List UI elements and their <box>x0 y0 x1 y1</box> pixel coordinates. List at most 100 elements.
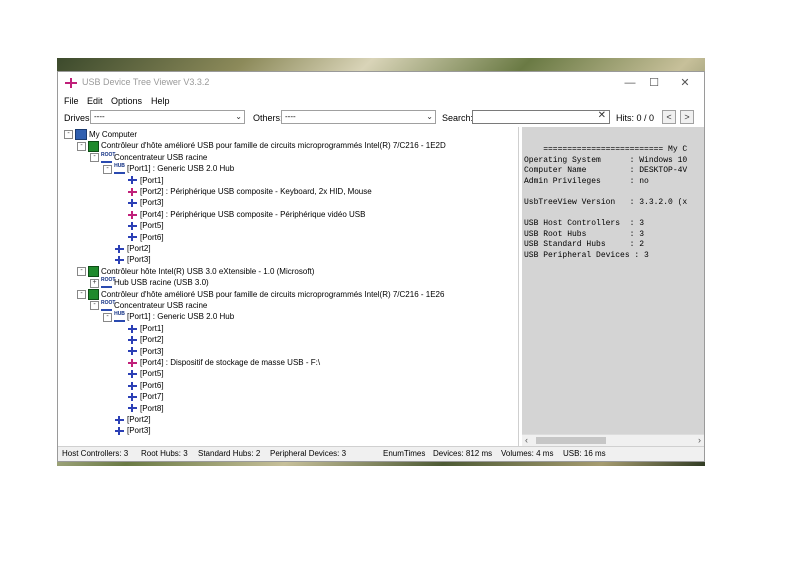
maximize-button[interactable]: ☐ <box>639 75 669 91</box>
tree-node[interactable]: [Port1] <box>116 175 164 186</box>
tree-node[interactable]: [Port4] : Périphérique USB composite - P… <box>116 209 365 220</box>
tree-node-label: [Port1] : Generic USB 2.0 Hub <box>127 164 235 174</box>
details-line: USB Peripheral Devices : 3 <box>524 251 649 260</box>
collapse-icon[interactable]: - <box>77 267 86 277</box>
tree-node-label: [Port3] <box>140 198 164 208</box>
details-line: Admin Privileges : no <box>524 176 649 186</box>
details-line: UsbTreeView Version : 3.3.2.0 (x <box>524 198 688 207</box>
status-bar: Host Controllers: 3 Root Hubs: 3 Standar… <box>58 446 704 461</box>
menu-file[interactable]: File <box>64 96 79 106</box>
tree-node[interactable]: - HUB [Port1] : Generic USB 2.0 Hub <box>103 311 235 323</box>
usb-device-icon <box>127 358 138 367</box>
tree-node-label: [Port8] <box>140 403 164 413</box>
tree-node-label: [Port2] <box>127 415 151 424</box>
scroll-left-icon[interactable]: ‹ <box>525 435 528 445</box>
device-tree[interactable]: - My Computer - Contrôleur d'hôte amélioré … <box>58 127 519 447</box>
status-volumes: Volumes: 4 ms <box>501 449 554 458</box>
tree-node-label: Contrôleur hôte Intel(R) USB 3.0 eXtensi… <box>101 266 315 276</box>
tree-node[interactable]: [Port3] <box>103 254 151 265</box>
tree-node-label: [Port4] : Périphérique USB composite - P… <box>140 209 366 219</box>
others-combo-value: ---- <box>285 112 296 121</box>
collapse-icon[interactable]: - <box>90 153 99 163</box>
tree-node[interactable]: - HUB [Port1] : Generic USB 2.0 Hub <box>103 163 235 175</box>
window-title: USB Device Tree Viewer V3.3.2 <box>82 77 210 87</box>
tree-node-label: Concentrateur USB racine <box>114 301 208 310</box>
collapse-icon[interactable]: - <box>103 164 112 174</box>
tree-node[interactable]: - ROOTConcentrateur USB racine <box>90 152 207 163</box>
status-standard-hubs: Standard Hubs: 2 <box>198 449 261 458</box>
hits-counter: Hits: 0 / 0 <box>616 113 655 123</box>
scrollbar-thumb[interactable] <box>536 437 606 444</box>
drives-label: Drives: <box>64 113 93 123</box>
collapse-icon[interactable]: - <box>103 312 112 322</box>
usb-port-icon <box>127 336 138 345</box>
tree-node[interactable]: + ROOTHub USB racine (USB 3.0) <box>90 277 209 289</box>
tree-node-label: [Port5] <box>140 221 164 231</box>
tree-node-label: [Port1] <box>140 323 164 333</box>
tree-node-label: My Computer <box>89 130 138 139</box>
menu-options[interactable]: Options <box>111 96 142 106</box>
tree-node[interactable]: [Port5] <box>116 368 164 379</box>
host-controller-icon <box>88 140 99 152</box>
tree-node[interactable]: - Contrôleur d'hôte amélioré USB pour fam… <box>77 140 446 152</box>
usb-port-icon <box>127 347 138 356</box>
usb-port-icon <box>114 427 125 436</box>
title-bar: USB Device Tree Viewer V3.3.2 — ☐ ✕ <box>58 72 704 94</box>
previous-hit-button[interactable]: < <box>662 110 676 124</box>
tree-node-label: [Port4] : Dispositif de stockage de mass… <box>140 358 321 367</box>
usb-device-icon <box>127 187 138 196</box>
tree-node[interactable]: [Port6] <box>116 232 164 243</box>
hub-icon: HUB <box>114 312 125 323</box>
status-root-hubs: Root Hubs: 3 <box>141 449 188 458</box>
tree-node[interactable]: [Port5] <box>116 220 164 231</box>
collapse-icon[interactable]: - <box>64 130 73 140</box>
tree-node-label: Concentrateur USB racine <box>114 152 208 162</box>
collapse-icon[interactable]: - <box>90 301 99 311</box>
tree-node[interactable]: [Port2] <box>103 414 151 425</box>
usb-port-icon <box>114 256 125 265</box>
tree-node[interactable]: [Port2] <box>116 334 164 345</box>
tree-node[interactable]: [Port1] <box>116 323 164 334</box>
scroll-right-icon[interactable]: › <box>698 435 701 445</box>
tree-node-label: [Port2] <box>140 335 164 345</box>
tree-node[interactable]: [Port2] : Périphérique USB composite - K… <box>116 186 372 197</box>
status-host-controllers: Host Controllers: 3 <box>62 449 129 458</box>
collapse-icon[interactable]: - <box>77 289 86 299</box>
app-window: USB Device Tree Viewer V3.3.2 — ☐ ✕ File… <box>57 71 705 462</box>
root-hub-icon: ROOT <box>101 300 115 311</box>
menu-help[interactable]: Help <box>151 96 170 106</box>
collapse-icon[interactable]: - <box>77 141 86 151</box>
clear-search-icon[interactable]: ✕ <box>598 110 606 121</box>
tree-node[interactable]: [Port3] <box>103 425 151 436</box>
close-button[interactable]: ✕ <box>670 75 700 91</box>
tree-node[interactable]: [Port3] <box>116 346 164 357</box>
drives-combo[interactable]: ---- ⌄ <box>90 110 245 124</box>
tree-node[interactable]: [Port4] : Dispositif de stockage de mass… <box>116 357 320 368</box>
expand-icon[interactable]: + <box>90 278 99 288</box>
tree-node[interactable]: [Port7] <box>116 391 164 402</box>
usb-port-icon <box>127 176 138 185</box>
root-hub-icon: ROOT <box>101 152 115 163</box>
tree-node-label: [Port3] <box>127 426 151 436</box>
tree-node[interactable]: [Port6] <box>116 380 164 391</box>
tree-node[interactable]: - ROOTConcentrateur USB racine <box>90 300 207 311</box>
tree-node[interactable]: [Port2] <box>103 243 151 254</box>
tree-node-label: [Port1] : Generic USB 2.0 Hub <box>127 312 235 322</box>
tree-node[interactable]: - Contrôleur d'hôte amélioré USB pour fam… <box>77 288 444 300</box>
tree-node[interactable]: - Contrôleur hôte Intel(R) USB 3.0 eXtens… <box>77 266 315 278</box>
search-input[interactable]: ✕ <box>472 110 610 124</box>
tree-node[interactable]: - My Computer <box>64 129 138 141</box>
details-pane[interactable]: ========================= My C Operating … <box>522 127 704 447</box>
tree-node-label: [Port6] <box>140 380 164 390</box>
next-hit-button[interactable]: > <box>680 110 694 124</box>
tree-node[interactable]: [Port3] <box>116 197 164 208</box>
tree-node-label: [Port2] : Périphérique USB composite - K… <box>140 187 372 196</box>
usb-port-icon <box>127 381 138 390</box>
details-line: ========================= My C <box>524 145 688 154</box>
tree-node[interactable]: [Port8] <box>116 403 164 414</box>
others-combo[interactable]: ---- ⌄ <box>281 110 436 124</box>
status-peripheral-devices: Peripheral Devices: 3 <box>270 449 347 458</box>
menu-edit[interactable]: Edit <box>87 96 103 106</box>
usb-app-icon <box>65 78 77 88</box>
details-line: USB Host Controllers : 3 <box>524 219 645 229</box>
